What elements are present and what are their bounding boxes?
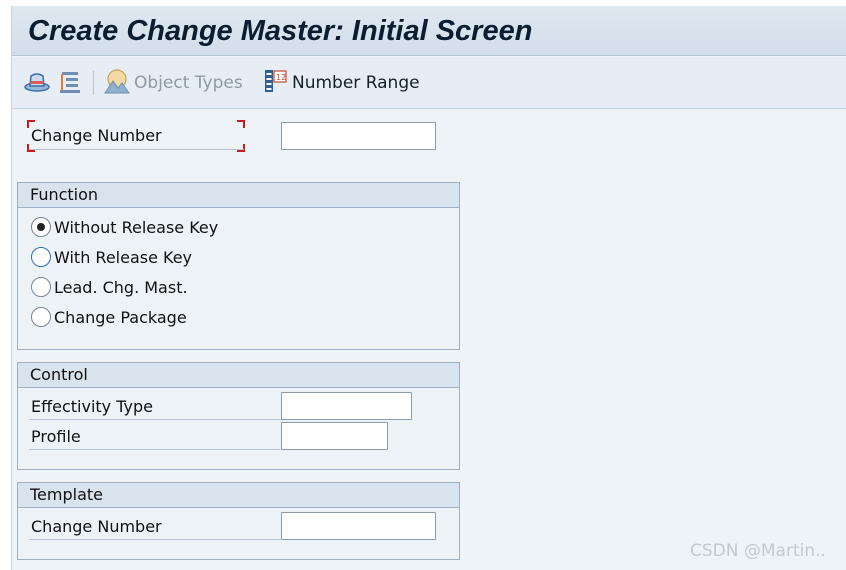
control-group: Control Effectivity Type Profile: [17, 362, 460, 470]
radio-without-release-key[interactable]: Without Release Key: [31, 215, 218, 239]
radio-label: With Release Key: [54, 247, 193, 267]
radio-with-release-key[interactable]: With Release Key: [31, 245, 192, 269]
number-range-label: Number Range: [292, 73, 420, 93]
object-types-label: Object Types: [134, 73, 243, 93]
label-underline: [29, 539, 281, 540]
object-types-button[interactable]: Object Types: [104, 69, 243, 97]
radio-button[interactable]: [31, 217, 51, 237]
sap-window: Create Change Master: Initial Screen Obj…: [11, 6, 846, 570]
radio-button[interactable]: [31, 277, 51, 297]
label-underline: [29, 149, 244, 150]
label-underline: [29, 419, 281, 420]
radio-button[interactable]: [31, 247, 51, 267]
template-change-number-label: Change Number: [31, 517, 162, 536]
control-group-title: Control: [30, 365, 88, 384]
svg-text:12: 12: [276, 73, 286, 82]
number-range-icon: 12: [264, 68, 288, 98]
number-range-button[interactable]: 12 Number Range: [264, 69, 420, 97]
function-group: Function Without Release Key With Releas…: [17, 182, 460, 350]
label-underline: [29, 449, 281, 450]
hat-icon[interactable]: [23, 69, 51, 99]
profile-label: Profile: [31, 427, 81, 446]
required-marker-top-right: [237, 120, 245, 128]
radio-label: Change Package: [54, 307, 187, 327]
template-group: Template Change Number: [17, 482, 460, 560]
template-group-header: Template: [18, 483, 459, 508]
function-group-title: Function: [30, 185, 99, 204]
watermark: CSDN @Martin..: [690, 541, 826, 561]
radio-button[interactable]: [31, 307, 51, 327]
page-title: Create Change Master: Initial Screen: [28, 15, 533, 47]
radio-change-package[interactable]: Change Package: [31, 305, 187, 329]
radio-label: Lead. Chg. Mast.: [54, 277, 188, 297]
required-marker-bottom-right: [237, 144, 245, 152]
radio-label: Without Release Key: [54, 217, 219, 237]
template-group-title: Template: [30, 485, 104, 504]
application-toolbar: Object Types 12 Number Range: [12, 57, 846, 109]
effectivity-type-label: Effectivity Type: [31, 397, 153, 416]
required-marker-bottom-left: [27, 144, 35, 152]
object-types-icon: [104, 68, 130, 98]
toolbar-separator: [93, 71, 94, 95]
template-change-number-input[interactable]: [281, 512, 436, 540]
effectivity-type-input[interactable]: [281, 392, 412, 420]
hierarchy-list-icon[interactable]: [57, 69, 83, 99]
profile-input[interactable]: [281, 422, 388, 450]
control-group-header: Control: [18, 363, 459, 388]
change-number-label: Change Number: [31, 126, 162, 145]
title-bar: Create Change Master: Initial Screen: [12, 6, 846, 56]
function-group-header: Function: [18, 183, 459, 208]
change-number-input[interactable]: [281, 122, 436, 150]
radio-lead-chg-mast[interactable]: Lead. Chg. Mast.: [31, 275, 188, 299]
